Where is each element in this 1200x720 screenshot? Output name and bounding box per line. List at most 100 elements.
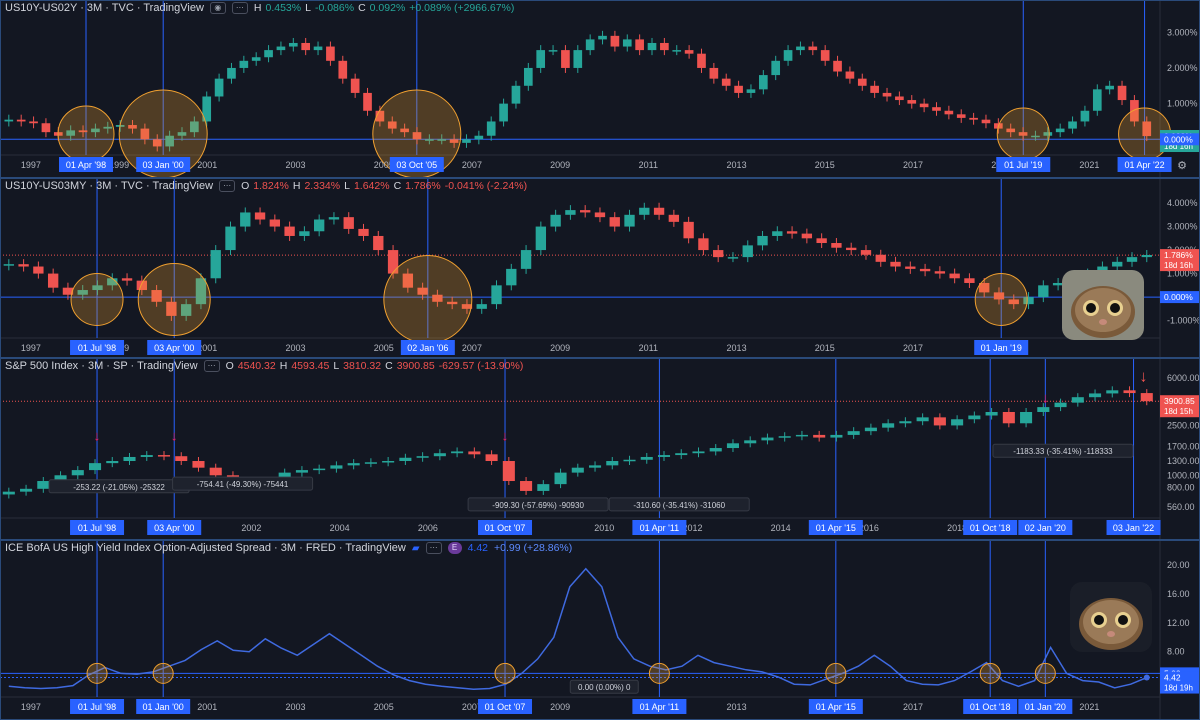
chart-spx[interactable]: 6000.00 2500.00 1700.00 1300.00 1000.00 800.0… [0, 358, 1200, 540]
candle-body [485, 454, 498, 462]
x-tick-label: 2007 [462, 343, 482, 353]
candle-body [288, 42, 298, 47]
y-tick-label: 16.00 [1167, 589, 1190, 599]
candle-body [363, 92, 372, 111]
candle-body [683, 221, 694, 239]
candle-body [1112, 261, 1123, 267]
more-icon[interactable]: ⋯ [231, 2, 248, 14]
candle-body [589, 465, 602, 468]
candle-body [343, 217, 354, 229]
pane-header: US10Y-US02Y · 3M · TVC · TradingView ◉ ⋯… [5, 2, 514, 14]
chart-hy-spread[interactable]: 20.00 16.00 12.00 8.00 0.00 (0.00%) 0 1997 200… [0, 540, 1200, 720]
candle-body [535, 226, 547, 251]
x-axis-date-label: 01 Oct '18 [970, 702, 1011, 712]
cat-photo-drawing [1070, 582, 1152, 652]
x-tick-label: 2009 [550, 702, 570, 712]
price-tag-countdown: 18d 16h [1164, 261, 1193, 270]
candle-body [175, 456, 188, 462]
symbol-title[interactable]: US10Y-US03MY · 3M · TVC · TradingView [5, 180, 213, 192]
highlight-circle [825, 662, 847, 684]
candle-body [71, 470, 84, 476]
candle-body [846, 247, 857, 251]
candle-body [571, 467, 584, 473]
candle-body [561, 50, 570, 68]
y-tick-label: 1000.00 [1167, 470, 1200, 480]
y-tick-label: -1.000% [1167, 316, 1200, 326]
ohlc-key: H [253, 2, 262, 14]
candle-body [734, 85, 743, 93]
candle-body [713, 250, 724, 258]
x-tick-label: 2021 [1079, 702, 1099, 712]
spread-line [8, 567, 1148, 690]
candle-body [2, 491, 15, 495]
x-axis-date-label: 02 Jan '06 [407, 343, 448, 353]
candle-body [20, 488, 33, 492]
symbol-title[interactable]: US10Y-US02Y · 3M · TVC · TradingView [5, 2, 204, 14]
down-arrow-icon: ↓ [1042, 390, 1049, 406]
candle-body [157, 455, 171, 457]
candle-body [761, 437, 774, 441]
x-axis-date-label: 01 Jul '98 [78, 702, 116, 712]
settings-gear-icon: ⚙ [1177, 160, 1187, 172]
ohlc-key: H [292, 180, 301, 192]
tradingview-multi-pane: 3.000%2.000%1.000%0.000%1997199920012003… [0, 0, 1200, 720]
candle-body [606, 461, 619, 466]
pane-header: ICE BofA US High Yield Index Option-Adju… [5, 542, 572, 554]
candle-body [831, 243, 842, 248]
more-icon[interactable]: ⋯ [203, 360, 220, 372]
pane-spx[interactable]: 6000.00 2500.00 1700.00 1300.00 1000.00 800.0… [0, 358, 1200, 540]
y-tick-label: 3.000% [1167, 222, 1198, 232]
candle-body [16, 119, 26, 122]
last-point [1143, 674, 1150, 681]
candle-body [347, 463, 360, 466]
measure-label: -909.30 (-57.69%) -90930 [492, 501, 584, 510]
more-icon[interactable]: ⋯ [219, 180, 236, 192]
candle-body [895, 96, 904, 101]
y-tick-label: 20.00 [1167, 560, 1190, 570]
candle-body [969, 117, 978, 120]
down-arrow-icon: ↓ [171, 427, 178, 443]
y-tick-label: 6000.00 [1167, 373, 1200, 383]
x-axis-date-label: 01 Apr '15 [816, 523, 856, 533]
candle-body [830, 434, 843, 438]
ohlc-value: 2.334% [304, 180, 341, 192]
candle-body [813, 434, 826, 438]
highlight-circle [1034, 662, 1056, 684]
ohlc-key: H [279, 360, 288, 372]
chart-us10y-us03my[interactable]: 4.000%3.000%2.000%1.000%0.000%-1.000%199… [0, 178, 1200, 358]
x-tick-label: 2013 [727, 702, 747, 712]
candle-body [326, 46, 335, 61]
candle-body [399, 457, 412, 462]
candle-body [214, 78, 224, 97]
pane-us10y-us02y[interactable]: 3.000%2.000%1.000%0.000%1997199920012003… [0, 0, 1200, 178]
more-icon[interactable]: ⋯ [425, 542, 442, 554]
price-tag-label: 3900.85 [1164, 396, 1195, 406]
eye-icon[interactable]: ◉ [209, 2, 226, 14]
measure-label: -253.22 (-21.05%) -25322 [73, 483, 165, 492]
x-tick-label: 2003 [285, 160, 305, 170]
pane-us10y-us03my[interactable]: 4.000%3.000%2.000%1.000%0.000%-1.000%199… [0, 178, 1200, 358]
y-tick-label: 12.00 [1167, 618, 1190, 628]
symbol-title[interactable]: ICE BofA US High Yield Index Option-Adju… [5, 542, 406, 554]
candle-body [373, 235, 384, 251]
ohlc-key: C [385, 360, 393, 372]
candle-body [907, 100, 917, 104]
measure-label: -310.60 (-35.41%) -31060 [633, 501, 725, 510]
pane-hy-spread[interactable]: 20.00 16.00 12.00 8.00 0.00 (0.00%) 0 1997 200… [0, 540, 1200, 720]
x-axis-date-label: 03 Jan '22 [1113, 523, 1154, 533]
candle-body [635, 39, 644, 51]
candle-body [709, 67, 719, 79]
candle-body [537, 484, 550, 491]
ohlc-key: L [344, 180, 350, 192]
ohlc-value: -0.086% [314, 2, 355, 14]
chart-us10y-us02y[interactable]: 3.000%2.000%1.000%0.000%1997199920012003… [0, 0, 1200, 178]
candle-body [1080, 110, 1090, 122]
candle-body [640, 456, 653, 460]
bookmark-icon[interactable]: ▰ [412, 543, 420, 554]
candle-body [796, 46, 805, 51]
earnings-badge[interactable]: E [447, 542, 462, 554]
candle-body [742, 245, 753, 258]
candle-body [1105, 85, 1114, 90]
symbol-title[interactable]: S&P 500 Index · 3M · SP · TradingView [5, 360, 198, 372]
price-tag-countdown: 18d 15h [1164, 407, 1193, 416]
